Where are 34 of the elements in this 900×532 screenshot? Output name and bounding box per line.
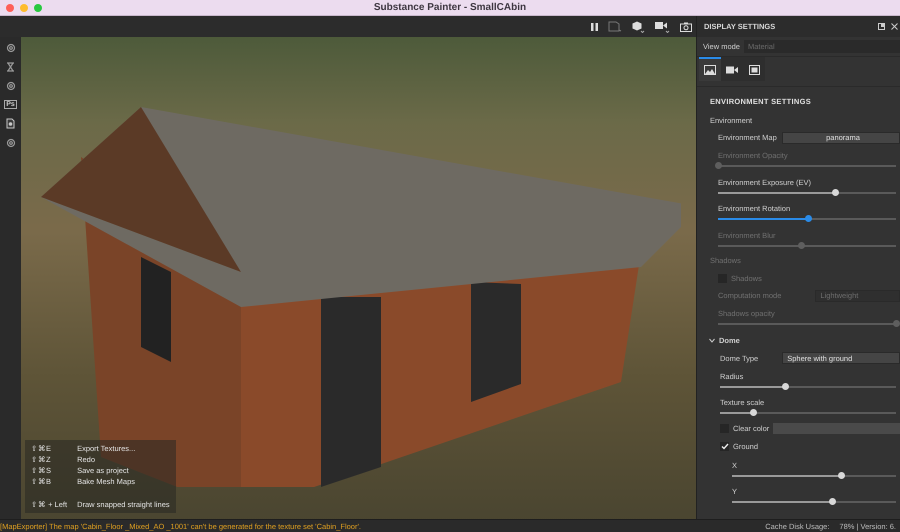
slider-track[interactable] [720, 412, 896, 414]
slider-thumb[interactable] [828, 498, 836, 506]
document-icon[interactable] [6, 118, 15, 129]
settings-tab[interactable] [699, 57, 721, 81]
slider-thumb[interactable] [805, 215, 812, 222]
chevron-icon[interactable] [709, 338, 715, 342]
pause-icon[interactable] [591, 22, 598, 30]
slider-thumb[interactable] [750, 409, 757, 416]
video-camera-icon [726, 66, 738, 74]
slider-thumb[interactable] [832, 188, 839, 196]
video-camera-icon[interactable] [655, 20, 670, 32]
slider-track[interactable] [732, 474, 896, 477]
cube-icon[interactable] [632, 20, 645, 32]
slider-track[interactable] [720, 386, 896, 388]
slider-thumb[interactable] [782, 382, 789, 390]
checkbox[interactable] [720, 442, 729, 451]
slider-track[interactable] [718, 165, 896, 168]
undock-icon[interactable] [878, 23, 885, 30]
slider-thumb[interactable] [838, 472, 846, 479]
close-icon[interactable] [891, 23, 898, 30]
gear-icon[interactable] [6, 43, 16, 53]
frame-icon[interactable] [608, 21, 622, 32]
settings-tab[interactable] [721, 57, 743, 81]
image-icon [704, 65, 716, 75]
slider-track[interactable] [718, 218, 896, 220]
slider-track[interactable] [718, 192, 896, 194]
hourglass-icon[interactable] [6, 62, 15, 72]
camera-icon[interactable] [680, 22, 692, 32]
frame-icon [748, 65, 760, 75]
gear-icon[interactable] [6, 138, 16, 148]
gear-icon[interactable] [6, 81, 16, 91]
window-title: Substance Painter - SmallCAbin [374, 2, 526, 13]
settings-tab[interactable] [743, 57, 765, 81]
slider-track[interactable] [732, 501, 896, 504]
